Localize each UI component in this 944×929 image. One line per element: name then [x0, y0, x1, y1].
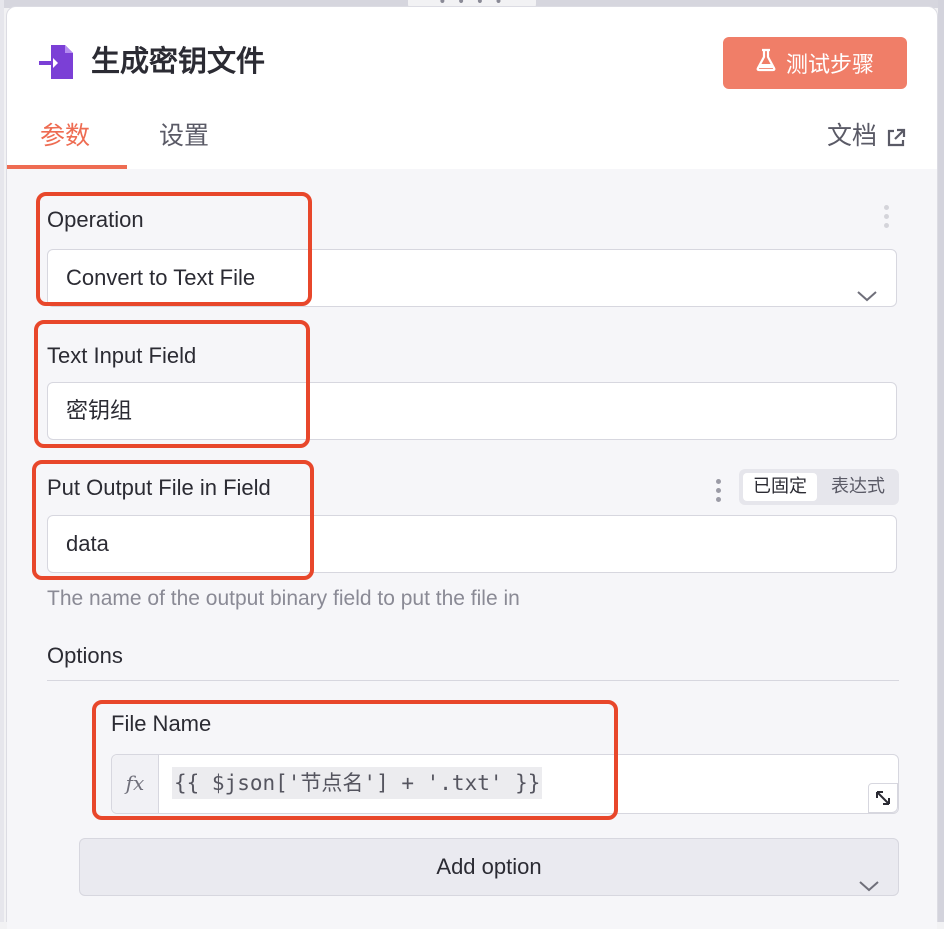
flask-icon — [756, 48, 776, 78]
test-step-button[interactable]: 测试步骤 — [723, 37, 907, 89]
node-settings-panel: 生成密钥文件 测试步骤 参数 设置 文档 Operation Convert t… — [6, 6, 938, 929]
docs-link-label: 文档 — [826, 121, 877, 150]
add-option-label: Add option — [436, 854, 542, 879]
kebab-menu-icon[interactable] — [883, 205, 889, 228]
right-edge-scrollbar[interactable] — [938, 0, 944, 922]
text-input-field-label: Text Input Field — [47, 343, 197, 368]
left-edge — [0, 0, 4, 922]
add-option-button[interactable]: Add option — [79, 838, 899, 896]
docs-link[interactable]: 文档 — [827, 117, 907, 169]
chevron-down-icon — [858, 858, 880, 914]
options-divider — [47, 680, 899, 681]
output-field-input[interactable]: data — [47, 515, 897, 573]
fixed-expression-toggle: 已固定 表达式 — [739, 469, 899, 505]
external-link-icon — [885, 117, 907, 160]
tab-parameters[interactable]: 参数 — [40, 117, 90, 169]
toggle-fixed[interactable]: 已固定 — [743, 473, 817, 501]
operation-value: Convert to Text File — [66, 265, 256, 290]
expand-icon[interactable] — [868, 783, 898, 813]
kebab-menu-icon[interactable] — [715, 479, 721, 502]
chevron-down-icon — [856, 268, 878, 324]
file-name-expression-input[interactable]: fx {{ $json['节点名'] + '.txt' }} — [111, 754, 899, 814]
file-name-expression[interactable]: {{ $json['节点名'] + '.txt' }} — [172, 767, 543, 799]
parameters-content: Operation Convert to Text File Text Inpu… — [7, 169, 937, 929]
operation-label: Operation — [47, 207, 144, 232]
toggle-expression[interactable]: 表达式 — [821, 473, 895, 501]
file-name-label: File Name — [111, 711, 212, 736]
output-field-hint: The name of the output binary field to p… — [47, 587, 520, 610]
operation-select[interactable]: Convert to Text File — [47, 249, 897, 307]
fx-icon: fx — [112, 755, 159, 813]
text-input-field[interactable]: 密钥组 — [47, 382, 897, 440]
panel-header: 生成密钥文件 测试步骤 — [7, 7, 937, 117]
output-field-label: Put Output File in Field — [47, 475, 271, 500]
node-title: 生成密钥文件 — [91, 44, 266, 78]
file-export-icon — [37, 43, 77, 83]
panel-tabs: 参数 设置 文档 — [7, 117, 937, 170]
test-step-label: 测试步骤 — [785, 53, 874, 78]
tab-settings[interactable]: 设置 — [159, 117, 209, 169]
options-heading: Options — [47, 643, 123, 668]
